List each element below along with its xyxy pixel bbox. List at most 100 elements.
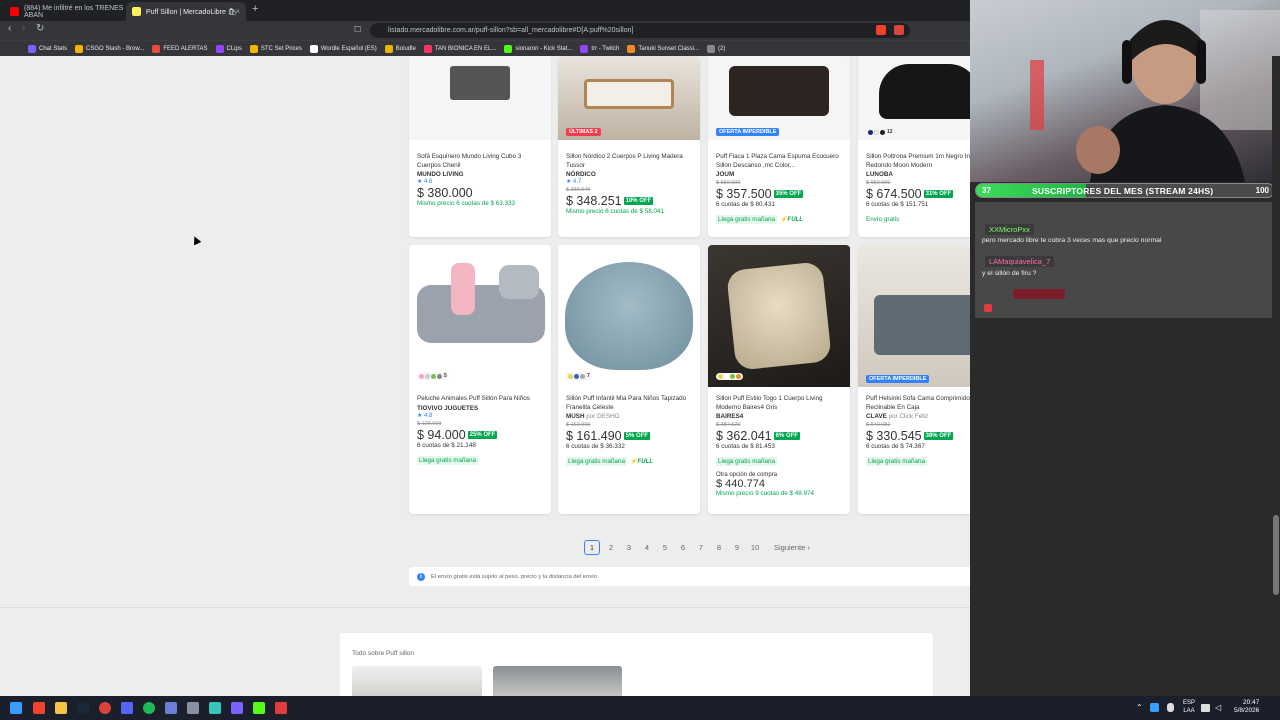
bookmark-item[interactable]: trr - Twitch [580,44,619,53]
page-4[interactable]: 4 [638,540,656,555]
next-page-button[interactable]: Siguiente › [774,543,810,552]
kick-icon[interactable] [253,702,265,714]
tab-mercadolibre[interactable]: Puff Sillon | MercadoLibre 🛍 × [126,2,246,21]
product-price: $ 674.500 [866,187,922,201]
bookmark-item[interactable]: TAN BIONICA EN EL... [423,44,496,53]
product-card[interactable]: OFERTA IMPERDIBLE Puff Fiaca 1 Plaza Cam… [708,56,850,237]
mercadolibre-icon [132,7,141,16]
bookmark-item[interactable]: (2) [707,44,725,53]
page-2[interactable]: 2 [602,540,620,555]
close-tab-icon[interactable]: × [235,7,240,16]
product-title[interactable]: Sillon Puff Estilo Togo 1 Cuerpo Living … [716,395,844,412]
product-old-price: $ 550.000 [716,180,741,186]
page-1[interactable]: 1 [584,540,600,555]
browser-tab-bar: (884) Me infiltré en los TRENES ABAN Puf… [0,0,970,21]
scrollbar-thumb[interactable] [1273,515,1279,595]
discount-badge: 31% OFF [923,190,954,198]
app-icon[interactable] [187,702,199,714]
product-rating: ★ 4.7 [566,179,582,185]
page-3[interactable]: 3 [620,540,638,555]
steam-icon[interactable] [77,702,89,714]
clock[interactable]: 20:47 5/8/2026 [1234,699,1259,715]
bookmark-item[interactable]: CLips [215,44,242,53]
product-card[interactable]: ÚLTIMAS 2 Sillon Nórdico 2 Cuerpos P Liv… [558,56,700,237]
language-indicator[interactable]: ESP LAA [1183,699,1195,715]
bookmark-item[interactable]: Chat Stats [28,44,67,53]
product-tag: ÚLTIMAS 2 [566,128,601,136]
product-card[interactable]: Sofá Esquinero Mundo Living Cubo 3 Cuerp… [409,56,551,237]
tray-icon[interactable] [1150,703,1159,712]
new-tab-button[interactable]: + [252,3,258,15]
page-10[interactable]: 10 [746,540,764,555]
shipping-label: Llega gratis mañana [716,215,778,224]
product-image[interactable]: OFERTA IMPERDIBLE [708,56,850,140]
product-title[interactable]: Sillón Puff Infantil Mia Para Niños Tapi… [566,395,694,412]
microphone-icon[interactable] [1167,703,1174,712]
discount-badge: 25% OFF [467,430,498,439]
bookmark-item[interactable]: STC Set Prices [249,44,302,53]
page-9[interactable]: 9 [728,540,746,555]
extension-icon[interactable] [894,25,904,35]
product-rating: ★ 4.6 [417,179,433,185]
product-image[interactable]: ÚLTIMAS 2 [558,56,700,140]
back-icon[interactable]: ‹ [8,23,11,34]
bookmark-item[interactable]: Wordle Español (ES) [309,44,377,53]
product-card[interactable]: 7 Sillón Puff Infantil Mia Para Niños Ta… [558,245,700,514]
app-icon[interactable] [231,702,243,714]
bookmark-item[interactable]: CSGO Stash - Brow... [75,44,144,53]
shipping-label: Llega gratis mañana [417,455,479,465]
youtube-icon [10,7,19,16]
product-image[interactable] [409,56,551,140]
volume-icon[interactable]: ◁ [1215,703,1221,712]
product-old-price: $ 169.990 [566,422,591,428]
full-badge: ⚡FULL [780,217,803,223]
bookmark-star-icon[interactable]: ☐ [354,25,361,34]
monitor-icon[interactable] [1201,704,1210,712]
product-price: $ 362.041 [716,429,772,443]
address-bar[interactable]: listado.mercadolibre.com.ar/puff-sillon?… [370,23,910,38]
chat-message: pero mercado libre te cobra 3 veces mas … [982,237,1162,244]
product-image[interactable]: 5 [409,245,551,387]
tab-youtube[interactable]: (884) Me infiltré en los TRENES ABAN [4,2,124,21]
product-card[interactable]: Sillon Puff Estilo Togo 1 Cuerpo Living … [708,245,850,514]
bookmark-item[interactable]: Boludle [384,44,416,53]
app-icon[interactable] [209,702,221,714]
windows-start-icon[interactable] [10,702,22,714]
product-title[interactable]: Puff Fiaca 1 Plaza Cama Espuma Ecocuero … [716,153,844,170]
webcam-overlay [970,0,1280,182]
product-title[interactable]: Peluche Animales Puff Sillón Para Niños [417,395,545,404]
product-title[interactable]: Sillon Nórdico 2 Cuerpos P Living Madera… [566,153,694,170]
app-icon[interactable] [165,702,177,714]
page-8[interactable]: 8 [710,540,728,555]
spotify-icon[interactable] [143,702,155,714]
reload-icon[interactable]: ↻ [36,23,44,34]
product-image[interactable]: 7 [558,245,700,387]
bookmark-item[interactable]: FEED ALERTAS [152,44,208,53]
brave-icon[interactable] [33,702,45,714]
bookmark-item[interactable]: Tanuki Sunset Classi... [627,44,699,53]
scrollbar-track[interactable] [1272,56,1280,696]
related-title: Todo sobre Puff sillon [352,650,415,657]
page-5[interactable]: 5 [656,540,674,555]
discount-badge: 35% OFF [773,190,804,198]
file-explorer-icon[interactable] [55,702,67,714]
tray-chevron-icon[interactable]: ⌃ [1136,703,1143,712]
chrome-icon[interactable] [99,702,111,714]
bookmark-item[interactable]: sionaron - Kick Stat... [504,44,572,53]
product-card[interactable]: 5 Peluche Animales Puff Sillón Para Niño… [409,245,551,514]
product-price: $ 357.500 [716,187,772,201]
app-icon[interactable] [275,702,287,714]
product-price: $ 94.000 [417,427,466,442]
product-image[interactable] [708,245,850,387]
product-title[interactable]: Sofá Esquinero Mundo Living Cubo 3 Cuerp… [417,153,545,170]
forward-icon[interactable]: › [22,23,25,34]
page-7[interactable]: 7 [692,540,710,555]
page-6[interactable]: 6 [674,540,692,555]
alt-offer-price[interactable]: $ 440.774 [716,478,844,490]
streamer-figure [1030,10,1280,182]
product-tag: OFERTA IMPERDIBLE [866,375,930,383]
product-brand: JOUM [716,171,735,178]
brave-shield-icon[interactable] [876,25,886,35]
section-divider [0,607,970,608]
discord-icon[interactable] [121,702,133,714]
